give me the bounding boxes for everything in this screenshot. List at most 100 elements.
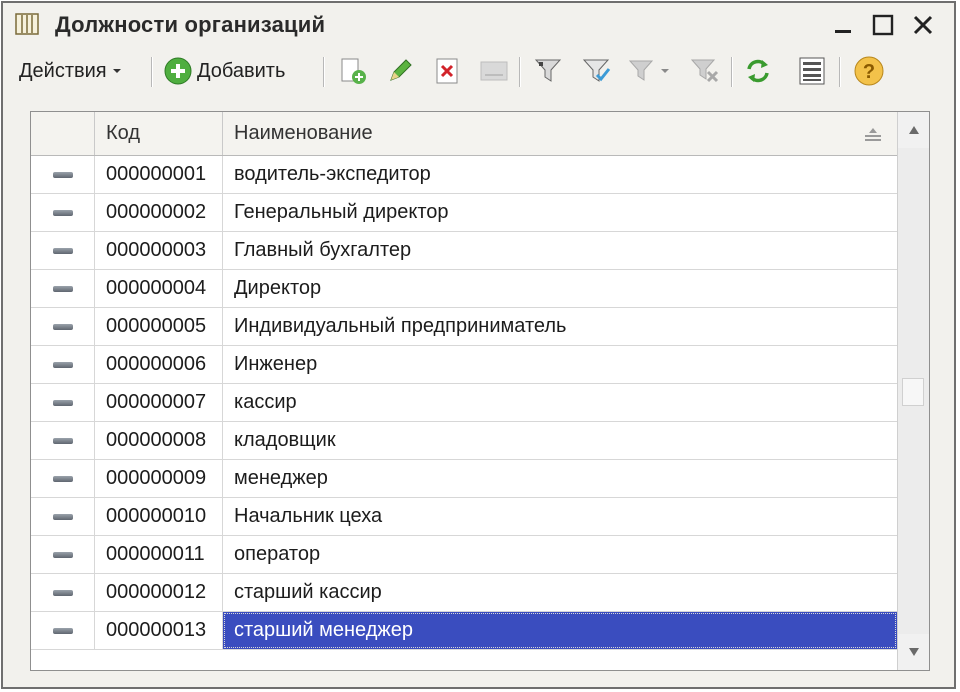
filter-by-value-button[interactable] [581, 49, 613, 93]
name-cell: Индивидуальный предприниматель [234, 315, 567, 337]
name-cell: Директор [234, 277, 322, 299]
help-icon: ? [854, 56, 884, 86]
code-cell: 000000013 [95, 612, 223, 649]
name-cell: Начальник цеха [234, 505, 383, 527]
code-cell: 000000008 [95, 422, 223, 459]
code-cell: 000000011 [95, 536, 223, 573]
chevron-down-icon [661, 69, 669, 73]
copy-icon [341, 58, 366, 84]
filter-history-icon [628, 60, 654, 81]
name-cell: оператор [234, 543, 321, 565]
copy-button[interactable] [337, 49, 369, 93]
filter-button[interactable] [533, 49, 565, 93]
code-cell: 000000009 [95, 460, 223, 497]
window: Должности организаций Действия Добавить … [1, 1, 956, 689]
scroll-up-button[interactable] [898, 112, 929, 148]
table-row[interactable]: 000000006 Инженер [31, 346, 897, 384]
table-row[interactable]: 000000009 менеджер [31, 460, 897, 498]
document-disabled-icon [480, 61, 508, 81]
minimize-icon [835, 30, 851, 33]
scroll-down-button[interactable] [898, 634, 929, 670]
edit-button[interactable] [385, 49, 415, 93]
actions-menu-button[interactable]: Действия [19, 49, 124, 93]
maximize-button[interactable] [865, 7, 901, 43]
list-icon [799, 57, 825, 85]
code-cell: 000000002 [95, 194, 223, 231]
item-icon [52, 627, 73, 634]
table-body: 000000001 водитель-экспедитор 000000002 … [31, 156, 897, 650]
title-bar[interactable]: Должности организаций [3, 3, 954, 47]
add-icon [164, 57, 192, 85]
name-cell: Главный бухгалтер [234, 239, 412, 261]
column-header-code-label: Код [106, 122, 141, 144]
code-cell: 000000010 [95, 498, 223, 535]
refresh-icon [747, 59, 769, 83]
table-row-selected[interactable]: 000000013 старший менеджер [31, 612, 897, 650]
name-cell: Генеральный директор [234, 201, 449, 223]
name-cell: менеджер [234, 467, 328, 489]
list-settings-button[interactable] [797, 49, 827, 93]
item-icon [52, 171, 73, 178]
code-cell: 000000004 [95, 270, 223, 307]
item-icon [52, 513, 73, 520]
add-label: Добавить [197, 59, 286, 82]
table-row[interactable]: 000000008 кладовщик [31, 422, 897, 460]
help-button[interactable]: ? [853, 49, 885, 93]
item-icon [52, 437, 73, 444]
table-row[interactable]: 000000007 кассир [31, 384, 897, 422]
table-row[interactable]: 000000005 Индивидуальный предприниматель [31, 308, 897, 346]
name-cell: старший менеджер [223, 612, 897, 649]
column-header-icon[interactable] [31, 112, 95, 155]
code-cell: 000000005 [95, 308, 223, 345]
add-button[interactable]: Добавить [163, 49, 285, 93]
actions-label: Действия [19, 59, 107, 82]
mark-button[interactable] [479, 49, 509, 93]
name-cell: водитель-экспедитор [234, 163, 431, 185]
sort-ascending-icon [865, 128, 881, 141]
table-row[interactable]: 000000004 Директор [31, 270, 897, 308]
code-cell: 000000001 [95, 156, 223, 193]
name-cell: Инженер [234, 353, 318, 375]
filter-icon [534, 59, 562, 82]
column-header-code[interactable]: Код [95, 112, 223, 155]
name-cell: кладовщик [234, 429, 336, 451]
code-cell: 000000003 [95, 232, 223, 269]
item-icon [52, 285, 73, 292]
table-row[interactable]: 000000011 оператор [31, 536, 897, 574]
table-row[interactable]: 000000012 старший кассир [31, 574, 897, 612]
clear-filter-button[interactable] [689, 49, 721, 93]
vertical-scrollbar[interactable] [897, 112, 929, 670]
code-cell: 000000012 [95, 574, 223, 611]
column-header-name-label: Наименование [234, 122, 373, 144]
table-header: Код Наименование [31, 112, 897, 156]
table-row[interactable]: 000000010 Начальник цеха [31, 498, 897, 536]
item-icon [52, 551, 73, 558]
code-cell: 000000007 [95, 384, 223, 421]
table-row[interactable]: 000000001 водитель-экспедитор [31, 156, 897, 194]
scroll-thumb[interactable] [902, 378, 924, 406]
refresh-button[interactable] [743, 49, 773, 93]
table-row[interactable]: 000000002 Генеральный директор [31, 194, 897, 232]
toolbar: Действия Добавить ? [7, 49, 950, 95]
arrow-down-icon [908, 648, 919, 656]
minimize-button[interactable] [825, 7, 861, 43]
item-icon [52, 399, 73, 406]
name-cell: старший кассир [234, 581, 382, 603]
filter-check-icon [582, 59, 611, 82]
item-icon [52, 589, 73, 596]
arrow-up-icon [908, 126, 919, 134]
close-button[interactable] [905, 7, 941, 43]
pencil-icon [390, 59, 412, 81]
app-table-icon [15, 13, 39, 35]
table-row[interactable]: 000000003 Главный бухгалтер [31, 232, 897, 270]
filter-history-button[interactable] [627, 49, 671, 93]
name-cell: кассир [234, 391, 297, 413]
filter-clear-icon [690, 59, 719, 83]
delete-button[interactable] [433, 49, 463, 93]
column-header-name[interactable]: Наименование [223, 112, 897, 155]
delete-icon [436, 58, 458, 84]
maximize-icon [872, 14, 894, 36]
item-icon [52, 475, 73, 482]
item-icon [52, 247, 73, 254]
positions-table[interactable]: Код Наименование 000000001 водитель-эксп… [30, 111, 930, 671]
